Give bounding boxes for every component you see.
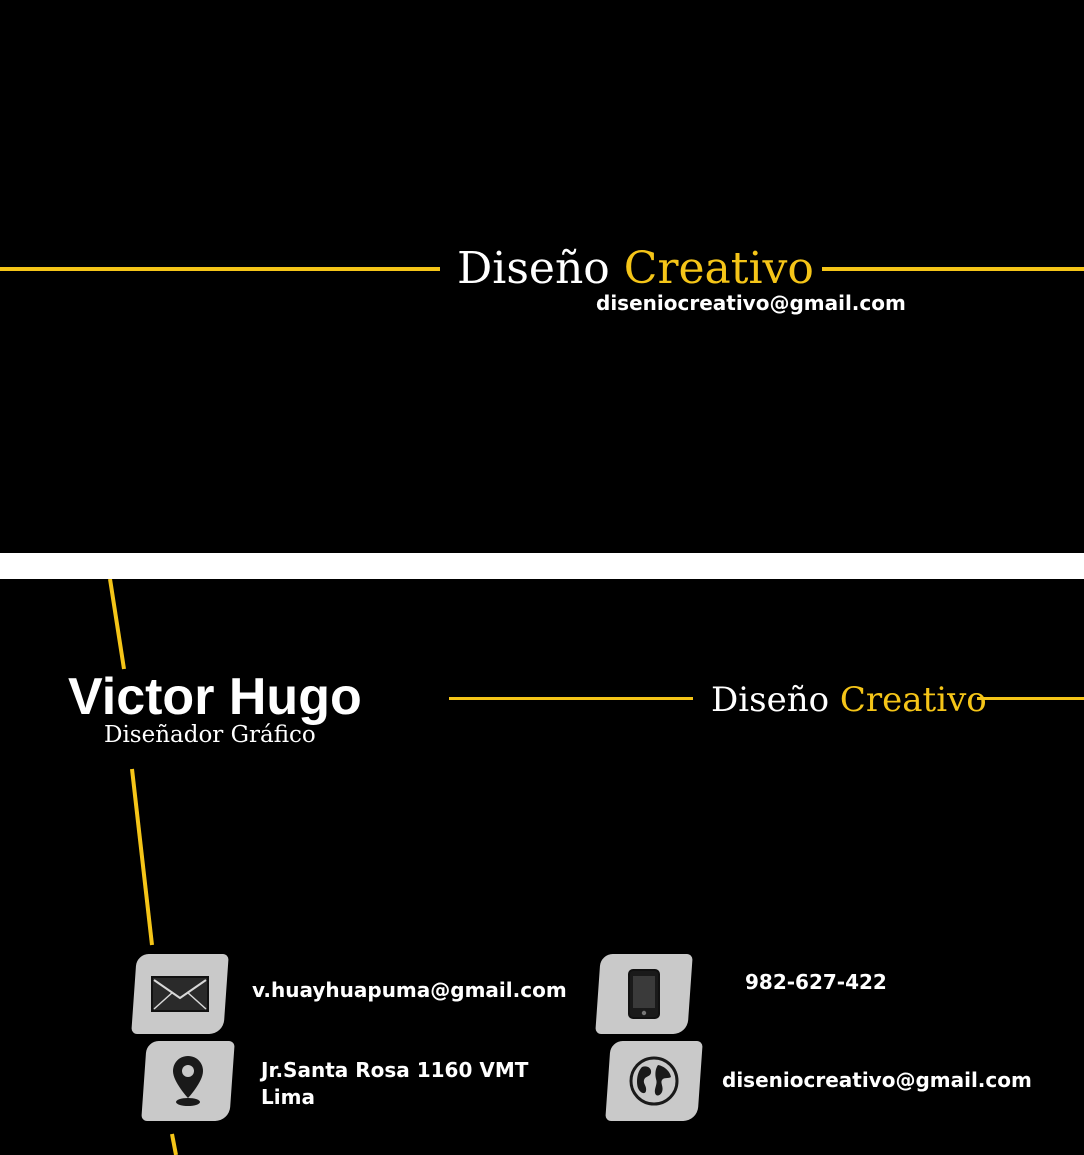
person-name: Victor Hugo [68, 668, 362, 726]
business-card-back: Victor Hugo Diseñador Gráfico Diseño Cre… [0, 579, 1084, 1155]
contact-web[interactable]: diseniocreativo@gmail.com [722, 1067, 1032, 1094]
brand-word-2: Creativo [839, 680, 987, 720]
brand-word-1: Diseño [711, 680, 830, 720]
accent-diagonal-line-lower [130, 768, 154, 946]
brand-word-1: Diseño [457, 243, 610, 294]
globe-tile [605, 1041, 703, 1121]
brand-word-2: Creativo [623, 243, 814, 294]
mail-icon [151, 976, 209, 1012]
contact-address: Jr.Santa Rosa 1160 VMT Lima [261, 1057, 528, 1111]
accent-diagonal-line-bottom [170, 1133, 178, 1155]
phone-icon [628, 969, 660, 1019]
address-line-2: Lima [261, 1085, 315, 1109]
back-brand-title: Diseño Creativo [711, 683, 987, 717]
back-right-rule [977, 697, 1084, 700]
mail-icon-tile [131, 954, 229, 1034]
front-left-rule [0, 267, 440, 271]
business-card-front: Diseño Creativo diseniocreativo@gmail.co… [0, 0, 1084, 553]
back-left-rule [449, 697, 693, 700]
address-line-1: Jr.Santa Rosa 1160 VMT [261, 1058, 529, 1082]
location-pin-icon [173, 1056, 203, 1106]
contact-email[interactable]: v.huayhuapuma@gmail.com [252, 977, 567, 1004]
contact-phone[interactable]: 982-627-422 [745, 969, 887, 996]
accent-diagonal-line [108, 579, 126, 670]
person-role: Diseñador Gráfico [104, 722, 316, 748]
phone-icon-tile [595, 954, 693, 1034]
front-email: diseniocreativo@gmail.com [596, 291, 906, 315]
globe-icon [629, 1056, 679, 1106]
front-right-rule [822, 267, 1084, 271]
location-tile [141, 1041, 235, 1121]
front-brand-title: Diseño Creativo [457, 247, 814, 291]
